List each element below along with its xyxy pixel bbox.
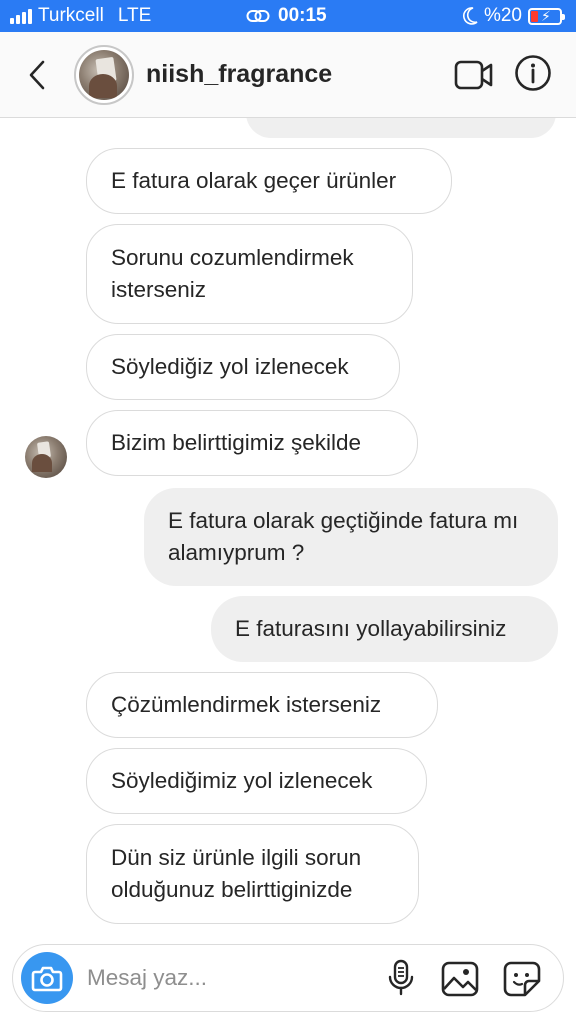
microphone-button[interactable] — [385, 959, 417, 997]
gallery-button[interactable] — [441, 961, 479, 997]
moon-icon — [462, 7, 478, 25]
message-text: Söylediğimiz yol izlenecek — [111, 768, 373, 793]
message-bubble-received[interactable]: Çözümlendirmek isterseniz — [86, 672, 438, 738]
link-icon — [246, 10, 270, 22]
message-bubble-received[interactable]: Sorunu cozumlendirmek isterseniz — [86, 224, 413, 324]
message-bubble-partial — [246, 118, 556, 138]
message-bubble-received[interactable]: Söylediğimiz yol izlenecek — [86, 748, 427, 814]
signal-icon — [10, 8, 32, 24]
message-text: Bizim belirttigimiz şekilde — [111, 430, 362, 455]
message-text: E faturasını yollayabilirsiniz — [235, 616, 507, 641]
battery-icon: ⚡ — [528, 7, 565, 25]
message-text: Söylediğiz yol izlenecek — [111, 354, 349, 379]
message-bubble-received[interactable]: E fatura olarak geçer ürünler — [86, 148, 452, 214]
battery-percent: %20 — [483, 5, 522, 26]
video-call-icon — [454, 60, 493, 90]
camera-icon — [31, 966, 63, 992]
network-label: LTE — [117, 5, 152, 26]
message-text: E fatura olarak geçtiğinde fatura mı ala… — [168, 508, 519, 565]
back-icon — [29, 60, 45, 90]
message-bubble-received[interactable]: Dün siz ürünle ilgili sorun olduğunuz be… — [86, 824, 419, 924]
message-bubble-sent[interactable]: E faturasını yollayabilirsiniz — [211, 596, 558, 662]
message-text: Çözümlendirmek isterseniz — [111, 692, 382, 717]
message-text: E fatura olarak geçer ürünler — [111, 168, 397, 193]
message-bubble-received[interactable]: Bizim belirttigimiz şekilde — [86, 410, 418, 476]
status-bar: Turkcell LTE 00:15 %20 ⚡ — [0, 0, 576, 32]
sender-avatar[interactable] — [25, 436, 67, 478]
message-list[interactable]: E fatura olarak geçer ürünler Sorunu coz… — [0, 118, 576, 942]
video-call-button[interactable] — [454, 58, 494, 92]
gallery-icon — [441, 961, 479, 997]
carrier-label: Turkcell — [38, 5, 104, 26]
sticker-icon — [503, 961, 541, 997]
profile-avatar[interactable] — [74, 45, 134, 105]
username[interactable]: niish_fragrance — [146, 60, 332, 89]
sticker-button[interactable] — [503, 961, 541, 997]
microphone-icon — [388, 959, 414, 996]
message-text: Dün siz ürünle ilgili sorun olduğunuz be… — [111, 845, 362, 902]
chat-header: niish_fragrance — [0, 32, 576, 118]
status-time: 00:15 — [278, 5, 327, 26]
message-text: Sorunu cozumlendirmek isterseniz — [111, 245, 354, 302]
back-button[interactable] — [22, 56, 52, 94]
camera-button[interactable] — [21, 952, 73, 1004]
info-icon — [515, 55, 551, 91]
info-button[interactable] — [514, 54, 552, 92]
message-input[interactable] — [87, 959, 377, 997]
message-bubble-received[interactable]: Söylediğiz yol izlenecek — [86, 334, 400, 400]
message-bubble-sent[interactable]: E fatura olarak geçtiğinde fatura mı ala… — [144, 488, 558, 586]
message-composer — [12, 944, 564, 1012]
